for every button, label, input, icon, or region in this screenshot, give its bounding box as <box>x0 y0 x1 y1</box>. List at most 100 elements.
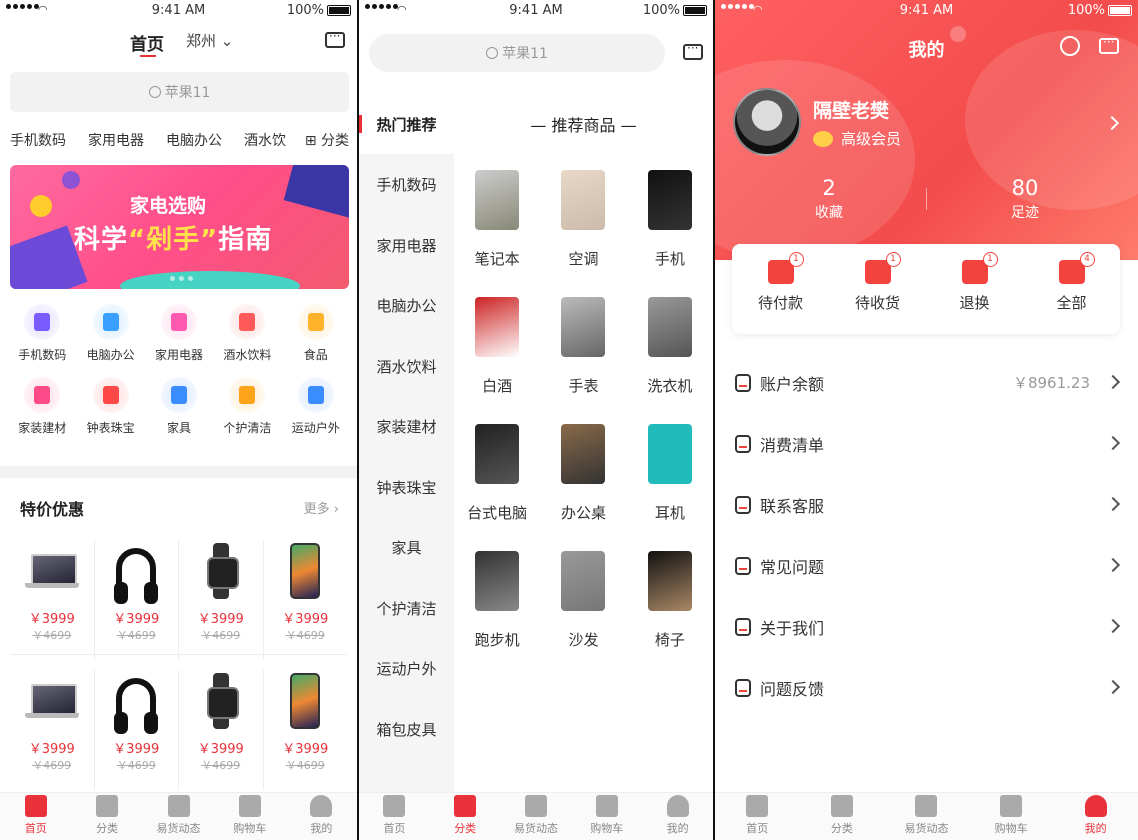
page-title[interactable]: 首页 <box>130 30 164 55</box>
sidebar-item[interactable]: 箱包皮具 <box>359 719 454 740</box>
deals-more-link[interactable]: 更多 › <box>304 498 339 517</box>
sidebar-item[interactable]: 个护清洁 <box>359 598 454 619</box>
product-price: ￥3999 <box>282 742 329 757</box>
gear-icon[interactable] <box>1060 36 1080 56</box>
product-item[interactable]: 手机 <box>627 160 713 269</box>
tab-1[interactable]: 分类 <box>430 793 501 840</box>
tab-2[interactable]: 易货动态 <box>143 793 214 840</box>
category-grid-item[interactable]: 个护清洁 <box>213 377 281 436</box>
product-item[interactable]: 椅子 <box>627 541 713 650</box>
product-card[interactable]: ￥3999 ￥4699 <box>264 540 348 660</box>
category-grid-item[interactable]: 家具 <box>145 377 213 436</box>
search-input[interactable]: 苹果11 <box>10 72 349 112</box>
sidebar-item-hot[interactable]: 热门推荐 <box>359 114 454 135</box>
category-grid-item[interactable]: 家装建材 <box>8 377 76 436</box>
category-grid-item[interactable]: 电脑办公 <box>76 304 144 363</box>
product-grid: 笔记本 空调 手机 白酒 手表 洗衣机台式电脑 办公桌 耳机跑步机 沙发 椅子 <box>454 160 713 650</box>
menu-row[interactable]: 账户余额 ￥8961.23 <box>715 352 1138 413</box>
category-icon <box>297 377 334 413</box>
sidebar-item[interactable]: 钟表珠宝 <box>359 477 454 498</box>
tab-2[interactable]: 易货动态 <box>501 793 572 840</box>
product-item[interactable]: 办公桌 <box>540 414 626 523</box>
sidebar-item[interactable]: 家具 <box>359 537 454 558</box>
order-status-item[interactable]: 1 待收货 <box>829 244 926 334</box>
category-grid-item[interactable]: 酒水饮料 <box>213 304 281 363</box>
home-screen: ◠ 9:41 AM 100% 首页 郑州 ⌄ 苹果11 手机数码 家用电器 电脑… <box>0 0 357 840</box>
product-card[interactable]: ￥3999 ￥4699 <box>95 670 179 790</box>
product-label: 跑步机 <box>474 631 520 649</box>
city-selector[interactable]: 郑州 ⌄ <box>186 30 233 51</box>
avatar[interactable] <box>733 88 801 156</box>
search-input[interactable]: 苹果11 <box>369 34 665 72</box>
stat-favorites[interactable]: 2 收藏 <box>729 176 929 222</box>
product-item[interactable]: 洗衣机 <box>627 287 713 396</box>
tab-1[interactable]: 分类 <box>800 793 885 840</box>
sidebar-item[interactable]: 酒水饮料 <box>359 356 454 377</box>
sidebar-item[interactable]: 家用电器 <box>359 235 454 256</box>
sidebar-item[interactable]: 家装建材 <box>359 416 454 437</box>
product-item[interactable]: 手表 <box>540 287 626 396</box>
product-card[interactable]: ￥3999 ￥4699 <box>95 540 179 660</box>
category-grid-item[interactable]: 家用电器 <box>145 304 213 363</box>
menu-row[interactable]: 问题反馈 <box>715 657 1138 718</box>
tab-2[interactable]: 易货动态 <box>884 793 969 840</box>
sidebar-item[interactable]: 电脑办公 <box>359 295 454 316</box>
category-tab[interactable]: 酒水饮 <box>244 130 286 150</box>
category-tab[interactable]: 家用电器 <box>88 130 144 150</box>
category-grid-item[interactable]: 运动户外 <box>282 377 350 436</box>
category-tab[interactable]: 手机数码 <box>10 130 66 150</box>
category-grid-label: 家装建材 <box>18 421 67 435</box>
message-icon[interactable] <box>683 41 703 60</box>
menu-row[interactable]: 关于我们 <box>715 596 1138 657</box>
sidebar-item[interactable]: 手机数码 <box>359 174 454 195</box>
message-icon[interactable] <box>325 29 345 48</box>
product-image <box>640 287 700 367</box>
product-card[interactable]: ￥3999 ￥4699 <box>179 540 264 660</box>
product-item[interactable]: 空调 <box>540 160 626 269</box>
search-icon <box>486 47 499 59</box>
chevron-right-icon <box>1105 374 1121 390</box>
category-grid-item[interactable]: 食品 <box>282 304 350 363</box>
order-status-item[interactable]: 1 退换 <box>926 244 1023 334</box>
category-tab[interactable]: 电脑办公 <box>166 130 222 150</box>
menu-row[interactable]: 联系客服 <box>715 474 1138 535</box>
tab-1[interactable]: 分类 <box>71 793 142 840</box>
menu-label: 消费清单 <box>760 435 825 455</box>
product-item[interactable]: 耳机 <box>627 414 713 523</box>
order-status-item[interactable]: 4 全部 <box>1023 244 1120 334</box>
category-more-button[interactable]: ⊞ 分类 <box>298 130 349 150</box>
tab-0[interactable]: 首页 <box>359 793 430 840</box>
category-grid-item[interactable]: 手机数码 <box>8 304 76 363</box>
sidebar-item[interactable]: 运动户外 <box>359 658 454 679</box>
category-grid-item[interactable]: 钟表珠宝 <box>76 377 144 436</box>
product-card[interactable]: ￥3999 ￥4699 <box>10 670 95 790</box>
tab-3[interactable]: 购物车 <box>571 793 642 840</box>
status-bar: ◠ 9:41 AM 100% <box>359 0 713 22</box>
product-item[interactable]: 台式电脑 <box>454 414 540 523</box>
menu-row[interactable]: 常见问题 <box>715 535 1138 596</box>
product-card[interactable]: ￥3999 ￥4699 <box>10 540 95 660</box>
product-card[interactable]: ￥3999 ￥4699 <box>264 670 348 790</box>
deals-row: ￥3999 ￥4699 ￥3999 ￥4699 ￥3999 ￥4699 ￥3999 ￥4699 <box>10 540 347 660</box>
product-item[interactable]: 白酒 <box>454 287 540 396</box>
order-icon: 1 <box>767 252 804 284</box>
message-icon[interactable] <box>1099 35 1119 54</box>
tab-4[interactable]: 我的 <box>286 793 357 840</box>
stat-footprints[interactable]: 80 足迹 <box>925 176 1125 222</box>
user-icon <box>666 795 689 817</box>
promo-banner[interactable]: 家电选购 科学“剁手”指南 <box>10 165 349 289</box>
tab-0[interactable]: 首页 <box>0 793 71 840</box>
product-item[interactable]: 跑步机 <box>454 541 540 650</box>
menu-row[interactable]: 消费清单 <box>715 413 1138 474</box>
tab-4[interactable]: 我的 <box>1053 793 1138 840</box>
product-card[interactable]: ￥3999 ￥4699 <box>179 670 264 790</box>
product-item[interactable]: 笔记本 <box>454 160 540 269</box>
tab-0[interactable]: 首页 <box>715 793 800 840</box>
tab-4[interactable]: 我的 <box>642 793 713 840</box>
bg-blob <box>715 60 915 260</box>
tab-3[interactable]: 购物车 <box>969 793 1054 840</box>
product-item[interactable]: 沙发 <box>540 541 626 650</box>
menu-icon <box>735 617 751 636</box>
tab-3[interactable]: 购物车 <box>214 793 285 840</box>
order-status-item[interactable]: 1 待付款 <box>732 244 829 334</box>
